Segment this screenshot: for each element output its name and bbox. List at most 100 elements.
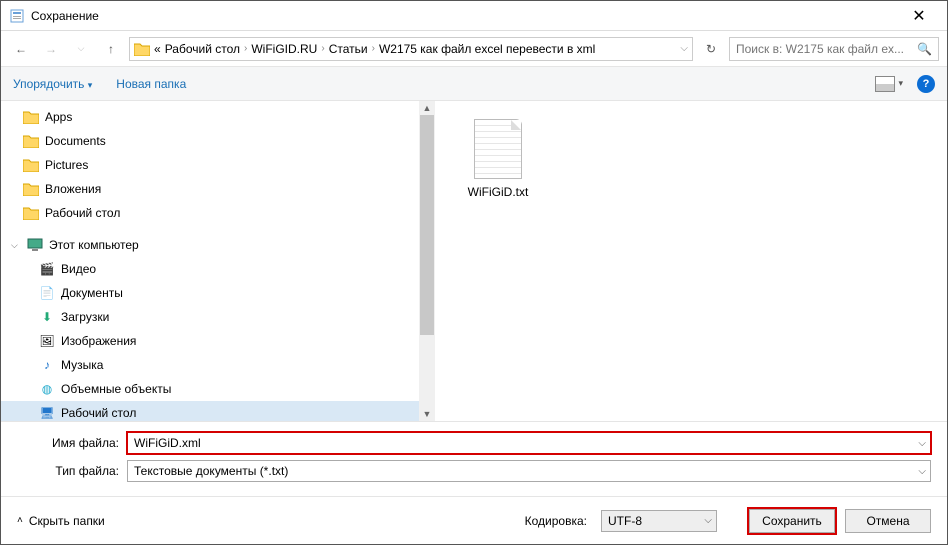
app-icon: [9, 8, 25, 24]
folder-icon: [23, 134, 39, 148]
documents-icon: 📄: [39, 286, 55, 300]
crumb-2[interactable]: Статьи: [329, 42, 368, 56]
refresh-button[interactable]: ↻: [699, 42, 723, 56]
tree-item[interactable]: 🎬 Видео: [1, 257, 421, 281]
tree-label: Pictures: [45, 158, 88, 172]
chevron-right-icon: ›: [321, 43, 324, 54]
text-file-icon: [474, 119, 522, 179]
content-pane[interactable]: WiFiGiD.txt: [435, 101, 947, 421]
nav-bar: ← → ⌵ ↑ « Рабочий стол › WiFiGID.RU › Стат…: [1, 31, 947, 67]
file-name: WiFiGiD.txt: [453, 185, 543, 199]
folder-icon: [23, 110, 39, 124]
tree-label: Видео: [61, 262, 96, 276]
toolbar: Упорядочить ▾ Новая папка ▾ ?: [1, 67, 947, 101]
tree-item[interactable]: 🖼 Изображения: [1, 329, 421, 353]
cancel-button[interactable]: Отмена: [845, 509, 931, 533]
crumb-1[interactable]: WiFiGID.RU: [251, 42, 317, 56]
up-button[interactable]: ↑: [99, 37, 123, 61]
tree-label: Объемные объекты: [61, 382, 171, 396]
folder-icon: [23, 182, 39, 196]
encoding-value: UTF-8: [608, 514, 642, 528]
path-dropdown[interactable]: ⌵: [680, 43, 688, 54]
folder-icon: [23, 158, 39, 172]
search-input[interactable]: [736, 42, 911, 56]
main-area: Apps Documents Pictures Вложения Рабочий…: [1, 101, 947, 421]
3d-icon: ◍: [39, 382, 55, 396]
filetype-select[interactable]: Текстовые документы (*.txt) ⌵: [127, 460, 931, 482]
folder-icon: [134, 42, 150, 56]
tree-item[interactable]: ♪ Музыка: [1, 353, 421, 377]
organize-menu[interactable]: Упорядочить ▾: [13, 77, 92, 91]
tree-item-selected[interactable]: 🖥 Рабочий стол: [1, 401, 421, 421]
filetype-label: Тип файла:: [17, 464, 127, 478]
tree-item[interactable]: Documents: [1, 129, 421, 153]
back-button[interactable]: ←: [9, 37, 33, 61]
filename-field[interactable]: [134, 436, 924, 450]
scrollbar[interactable]: ▲ ▼: [419, 101, 435, 421]
tree-label: Изображения: [61, 334, 136, 348]
scroll-thumb[interactable]: [420, 115, 434, 335]
filename-input[interactable]: ⌵: [127, 432, 931, 454]
tree-item[interactable]: Apps: [1, 105, 421, 129]
filename-label: Имя файла:: [17, 436, 127, 450]
chevron-right-icon: ›: [244, 43, 247, 54]
music-icon: ♪: [39, 358, 55, 372]
chevron-down-icon[interactable]: ⌵: [918, 438, 926, 449]
scroll-down-icon[interactable]: ▼: [419, 407, 435, 421]
scroll-up-icon[interactable]: ▲: [419, 101, 435, 115]
chevron-right-icon: ›: [372, 43, 375, 54]
close-button[interactable]: ✕: [899, 6, 939, 26]
tree-item[interactable]: 📄 Документы: [1, 281, 421, 305]
chevron-up-icon: ˄: [17, 515, 23, 526]
encoding-select[interactable]: UTF-8 ⌵: [601, 510, 717, 532]
view-icon: [875, 76, 895, 92]
filetype-value: Текстовые документы (*.txt): [134, 464, 288, 478]
breadcrumb-bar[interactable]: « Рабочий стол › WiFiGID.RU › Статьи › W217…: [129, 37, 693, 61]
file-item[interactable]: WiFiGiD.txt: [453, 119, 543, 199]
search-icon: 🔍: [917, 42, 932, 56]
tree-label: Вложения: [45, 182, 101, 196]
breadcrumb-prefix: «: [154, 42, 161, 56]
splitter[interactable]: ▲ ▼: [421, 101, 435, 421]
save-button[interactable]: Сохранить: [749, 509, 835, 533]
new-folder-button[interactable]: Новая папка: [116, 77, 186, 91]
search-box[interactable]: 🔍: [729, 37, 939, 61]
chevron-down-icon[interactable]: ⌵: [918, 466, 926, 477]
desktop-icon: 🖥: [39, 406, 55, 420]
video-icon: 🎬: [39, 262, 55, 276]
tree-item-pc[interactable]: ⌵ Этот компьютер: [1, 233, 421, 257]
view-button[interactable]: ▾: [875, 76, 903, 92]
tree-label: Этот компьютер: [49, 238, 139, 252]
hide-folders-button[interactable]: ˄ Скрыть папки: [17, 514, 105, 528]
tree-item[interactable]: ⬇ Загрузки: [1, 305, 421, 329]
tree-label: Documents: [45, 134, 106, 148]
form-area: Имя файла: ⌵ Тип файла: Текстовые докуме…: [1, 421, 947, 496]
tree-label: Музыка: [61, 358, 103, 372]
hide-folders-label: Скрыть папки: [29, 514, 105, 528]
tree-item[interactable]: Pictures: [1, 153, 421, 177]
crumb-3[interactable]: W2175 как файл excel перевести в xml: [379, 42, 595, 56]
help-button[interactable]: ?: [917, 75, 935, 93]
computer-icon: [27, 238, 43, 252]
chevron-down-icon[interactable]: ⌵: [704, 515, 712, 526]
downloads-icon: ⬇: [39, 310, 55, 324]
title-bar: Сохранение ✕: [1, 1, 947, 31]
tree-label: Apps: [45, 110, 72, 124]
folder-icon: [23, 206, 39, 220]
encoding-label: Кодировка:: [525, 514, 587, 528]
tree-item[interactable]: Рабочий стол: [1, 201, 421, 225]
footer: ˄ Скрыть папки Кодировка: UTF-8 ⌵ Сохран…: [1, 496, 947, 544]
pictures-icon: 🖼: [39, 334, 55, 348]
folder-tree[interactable]: Apps Documents Pictures Вложения Рабочий…: [1, 101, 421, 421]
tree-label: Документы: [61, 286, 123, 300]
tree-label: Рабочий стол: [45, 206, 120, 220]
forward-button[interactable]: →: [39, 37, 63, 61]
expand-icon[interactable]: ⌵: [11, 240, 21, 251]
crumb-0[interactable]: Рабочий стол: [165, 42, 240, 56]
tree-label: Загрузки: [61, 310, 109, 324]
tree-item[interactable]: Вложения: [1, 177, 421, 201]
tree-item[interactable]: ◍ Объемные объекты: [1, 377, 421, 401]
tree-label: Рабочий стол: [61, 406, 136, 420]
recent-dropdown[interactable]: ⌵: [69, 37, 93, 61]
window-title: Сохранение: [31, 9, 899, 23]
